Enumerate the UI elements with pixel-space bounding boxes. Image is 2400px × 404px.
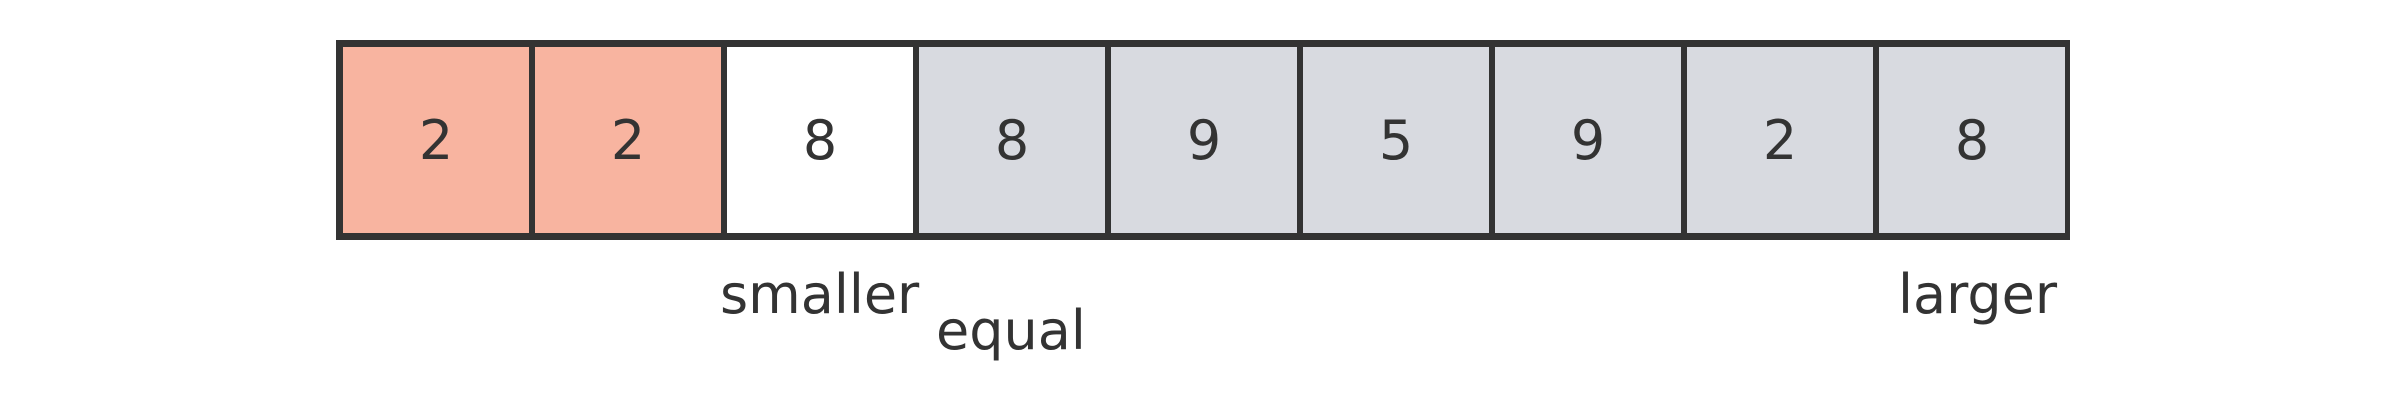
array-cell-8: 8 — [1879, 47, 2065, 233]
array-strip: 2 2 8 8 9 5 9 2 8 — [336, 40, 2070, 240]
array-cell-0: 2 — [343, 47, 529, 233]
array-cell-4: 9 — [1111, 47, 1297, 233]
array-cell-1: 2 — [535, 47, 721, 233]
array-cell-3: 8 — [919, 47, 1105, 233]
array-cell-2: 8 — [727, 47, 913, 233]
array-cell-6: 9 — [1495, 47, 1681, 233]
larger-pointer-label: larger — [1898, 263, 2058, 326]
equal-pointer-label: equal — [936, 299, 1086, 362]
smaller-pointer-label: smaller — [720, 263, 920, 326]
array-cell-7: 2 — [1687, 47, 1873, 233]
array-cell-5: 5 — [1303, 47, 1489, 233]
partition-diagram: 2 2 8 8 9 5 9 2 8 smaller equal larger — [0, 0, 2400, 404]
